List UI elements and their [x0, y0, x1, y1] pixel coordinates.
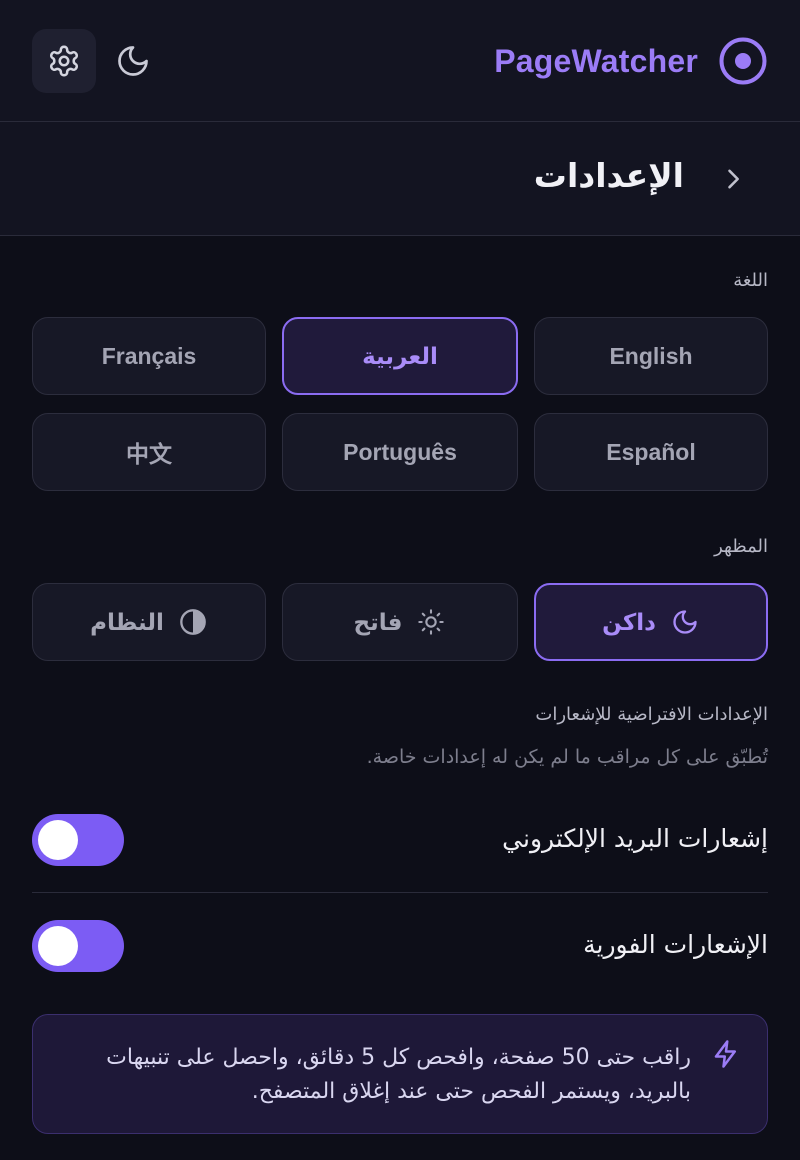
email-notifications-toggle[interactable] [32, 814, 124, 866]
info-text: راقب حتى 50 صفحة، وافحص كل 5 دقائق، واحص… [106, 1045, 691, 1104]
gear-icon [49, 45, 79, 77]
page-title: الإعدادات [533, 156, 684, 195]
target-logo-icon [719, 37, 767, 85]
theme-option-system[interactable]: النظام [32, 583, 266, 661]
pro-info-box: راقب حتى 50 صفحة، وافحص كل 5 دقائق، واحص… [32, 1014, 768, 1134]
bolt-icon [714, 1040, 736, 1068]
language-option-french[interactable]: Français [32, 317, 266, 395]
language-option-arabic[interactable]: العربية [282, 317, 518, 395]
language-option-label: Français [101, 342, 197, 369]
language-option-label: Português [343, 438, 457, 465]
theme-toggle-button[interactable] [110, 38, 156, 84]
theme-option-label: داكن [602, 608, 656, 635]
theme-option-label: النظام [90, 608, 164, 635]
language-option-chinese[interactable]: 中文 [32, 413, 266, 491]
sun-icon [416, 607, 446, 637]
app-header: PageWatcher [0, 0, 800, 122]
theme-option-label: فاتح [353, 608, 403, 635]
chevron-right-icon [728, 169, 739, 189]
brand-name: PageWatcher [494, 42, 698, 79]
language-option-portuguese[interactable]: Português [282, 413, 518, 491]
push-notifications-label: الإشعارات الفورية [583, 930, 768, 959]
toggle-knob [38, 820, 78, 860]
language-option-label: 中文 [126, 441, 172, 467]
language-label: اللغة [733, 270, 768, 291]
language-option-spanish[interactable]: Español [534, 413, 768, 491]
brand: PageWatcher [494, 36, 768, 86]
toggle-knob [38, 926, 78, 966]
moon-icon [118, 46, 148, 76]
language-option-label: العربية [362, 342, 438, 369]
theme-option-dark[interactable]: داكن [534, 583, 768, 661]
appearance-label: المظهر [714, 536, 768, 557]
language-option-label: English [609, 342, 693, 369]
language-option-english[interactable]: English [534, 317, 768, 395]
language-option-label: Español [606, 438, 696, 465]
divider [32, 892, 768, 893]
notifications-title: الإعدادات الافتراضية للإشعارات [535, 704, 768, 725]
email-notifications-label: إشعارات البريد الإلكتروني [502, 824, 768, 853]
moon-icon [670, 607, 700, 637]
notifications-subtitle: تُطبّق على كل مراقب ما لم يكن له إعدادات… [366, 746, 768, 768]
settings-button[interactable] [32, 29, 96, 93]
back-button[interactable] [716, 162, 750, 196]
half-circle-icon [178, 607, 208, 637]
push-notifications-toggle[interactable] [32, 920, 124, 972]
theme-option-light[interactable]: فاتح [282, 583, 518, 661]
settings-bar: الإعدادات [0, 122, 800, 236]
